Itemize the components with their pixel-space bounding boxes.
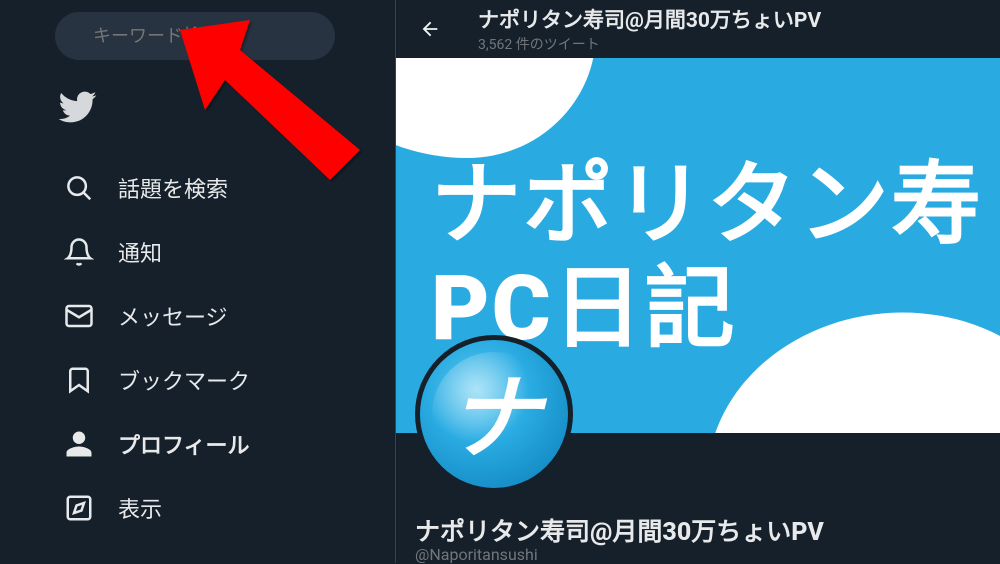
bookmark-icon	[64, 365, 94, 395]
bird-icon	[57, 87, 97, 127]
primary-nav: 話題を検索 通知 メッセージ ブックマーク プロフィール 表示	[50, 160, 264, 536]
twitter-logo[interactable]	[55, 85, 99, 129]
nav-messages[interactable]: メッセージ	[50, 288, 264, 344]
profile-handle: @Naporitansushi	[415, 545, 538, 564]
nav-explore[interactable]: 話題を検索	[50, 160, 264, 216]
search-bar[interactable]	[55, 12, 335, 60]
envelope-icon	[64, 301, 94, 331]
search-icon	[64, 173, 94, 203]
header-subtitle: 3,562 件のツイート	[478, 34, 821, 54]
nav-profile[interactable]: プロフィール	[50, 416, 264, 472]
back-button[interactable]	[412, 11, 448, 47]
nav-label: ブックマーク	[118, 364, 250, 396]
header-text: ナポリタン寿司@月間30万ちょいPV 3,562 件のツイート	[478, 4, 821, 54]
nav-label: 通知	[118, 236, 162, 268]
nav-label: プロフィール	[118, 428, 250, 460]
nav-label: メッセージ	[118, 300, 228, 332]
nav-label: 表示	[118, 492, 162, 524]
nav-notifications[interactable]: 通知	[50, 224, 264, 280]
bell-icon	[64, 237, 94, 267]
sidebar: 話題を検索 通知 メッセージ ブックマーク プロフィール 表示	[0, 0, 395, 563]
profile-avatar[interactable]: ナ	[415, 335, 573, 493]
nav-bookmarks[interactable]: ブックマーク	[50, 352, 264, 408]
profile-display-name: ナポリタン寿司@月間30万ちょいPV	[415, 512, 824, 548]
cover-decor	[396, 58, 596, 158]
arrow-left-icon	[419, 18, 441, 40]
pencil-square-icon	[64, 493, 94, 523]
profile-header: ナポリタン寿司@月間30万ちょいPV 3,562 件のツイート	[396, 0, 1000, 58]
header-title: ナポリタン寿司@月間30万ちょいPV	[478, 4, 821, 34]
cover-title: ナポリタン寿 PC日記	[431, 153, 983, 360]
nav-display[interactable]: 表示	[50, 480, 264, 536]
avatar-letter: ナ	[448, 344, 540, 477]
nav-label: 話題を検索	[118, 172, 228, 204]
person-icon	[64, 429, 94, 459]
search-input[interactable]	[93, 26, 325, 47]
